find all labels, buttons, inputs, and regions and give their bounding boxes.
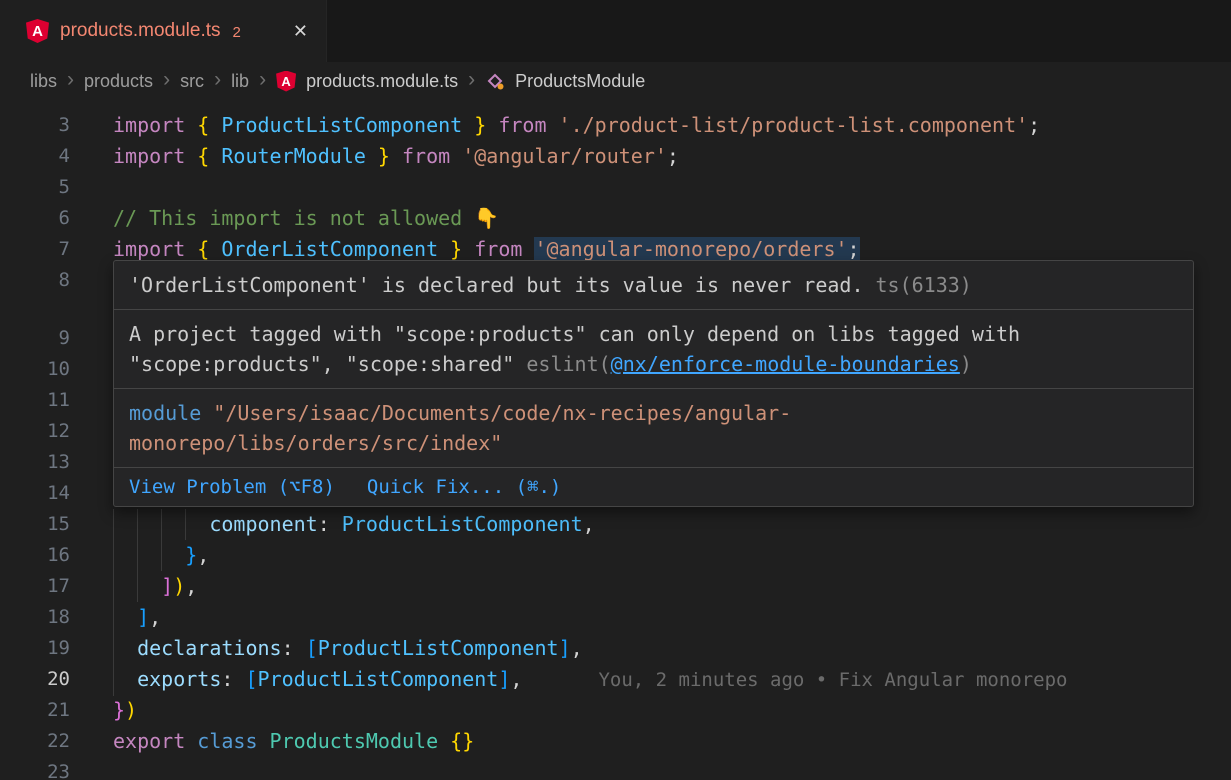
module-path-line1: "/Users/isaac/Documents/code/nx-recipes/… [201,401,791,425]
breadcrumb-item-file[interactable]: products.module.ts [306,71,458,92]
view-problem-action[interactable]: View Problem (⌥F8) [129,474,335,500]
line-number-19[interactable]: 19 [0,633,70,664]
line-number-11[interactable]: 11 [0,385,70,416]
indent-guide [113,664,114,696]
chevron-right-icon: › [163,69,170,93]
line-number-7[interactable]: 7 [0,234,70,265]
angular-icon: A [26,19,49,43]
line-number-16[interactable]: 16 [0,540,70,571]
code-line-3[interactable]: 3 import { ProductListComponent } from '.… [0,110,1231,141]
line-number-8[interactable]: 8 [0,265,70,296]
code-line-20[interactable]: 20 exports: [ProductListComponent],You, … [0,664,1231,695]
breadcrumb-item-src[interactable]: src [180,71,204,92]
line-content: declarations: [ProductListComponent], [113,633,1231,664]
chevron-right-icon: › [259,69,266,93]
line-number-4[interactable]: 4 [0,141,70,172]
line-content: }) [113,695,1231,726]
line-number-3[interactable]: 3 [0,110,70,141]
eslint-message-line2: "scope:products", "scope:shared" [129,352,526,376]
chevron-right-icon: › [67,69,74,93]
hover-popup: 'OrderListComponent' is declared but its… [113,260,1194,507]
indent-guide [137,571,138,602]
eslint-message-line1: A project tagged with "scope:products" c… [129,322,1020,346]
ts-error-code: ts(6133) [876,273,972,297]
line-number-15[interactable]: 15 [0,509,70,540]
indent-guide [161,509,162,540]
line-content: import { ProductListComponent } from './… [113,110,1231,141]
indent-guide [113,509,114,540]
line-content: import { RouterModule } from '@angular/r… [113,141,1231,172]
line-number-6[interactable]: 6 [0,203,70,234]
line-number-14[interactable]: 14 [0,478,70,509]
code-line-17[interactable]: 17 ]), [0,571,1231,602]
close-icon[interactable]: ✕ [293,21,308,42]
tab-problems-badge: 2 [233,21,241,41]
module-keyword: module [129,401,201,425]
code-line-18[interactable]: 18 ], [0,602,1231,633]
breadcrumb-item-products[interactable]: products [84,71,153,92]
indent-guide [161,540,162,571]
eslint-source-prefix: eslint( [526,352,610,376]
ts-error-message: 'OrderListComponent' is declared but its… [129,273,864,297]
line-content: }, [113,540,1231,571]
indent-guide [113,540,114,571]
code-line-19[interactable]: 19 declarations: [ProductListComponent], [0,633,1231,664]
line-content: ]), [113,571,1231,602]
indent-guide [113,633,114,664]
eslint-source-suffix: ) [960,352,972,376]
breadcrumb-item-symbol[interactable]: ProductsModule [515,71,645,92]
code-line-5[interactable]: 5 [0,172,1231,203]
line-number-20[interactable]: 20 [0,664,70,695]
indent-guide [185,509,186,540]
code-line-23[interactable]: 23 [0,757,1231,780]
eslint-rule-link[interactable]: @nx/enforce-module-boundaries [611,352,960,376]
indent-guide [137,540,138,571]
line-number-17[interactable]: 17 [0,571,70,602]
git-blame-annotation: You, 2 minutes ago • Fix Angular monorep… [598,669,1067,691]
quick-fix-action[interactable]: Quick Fix... (⌘.) [367,474,561,500]
tab-label: products.module.ts [60,20,221,42]
error-squiggle: import { OrderListComponent } from '@ang… [113,237,860,261]
vscode-window: A products.module.ts 2 ✕ libs › products… [0,0,1231,780]
hover-eslint-error: A project tagged with "scope:products" c… [114,310,1193,389]
tab-products-module[interactable]: A products.module.ts 2 ✕ [0,0,327,62]
indent-guide [137,509,138,540]
chevron-right-icon: › [468,69,475,93]
code-line-16[interactable]: 16 }, [0,540,1231,571]
line-number-18[interactable]: 18 [0,602,70,633]
code-line-4[interactable]: 4 import { RouterModule } from '@angular/… [0,141,1231,172]
line-content: component: ProductListComponent, [113,509,1231,540]
line-content: exports: [ProductListComponent],You, 2 m… [113,664,1231,696]
line-number-9[interactable]: 9 [0,323,70,354]
hover-module-info: module "/Users/isaac/Documents/code/nx-r… [114,389,1193,468]
breadcrumb-item-libs[interactable]: libs [30,71,57,92]
line-number-22[interactable]: 22 [0,726,70,757]
hover-ts-error: 'OrderListComponent' is declared but its… [114,261,1193,310]
line-number-13[interactable]: 13 [0,447,70,478]
line-number-10[interactable]: 10 [0,354,70,385]
editor[interactable]: 3 import { ProductListComponent } from '.… [0,100,1231,780]
hover-actions: View Problem (⌥F8) Quick Fix... (⌘.) [114,468,1193,506]
angular-icon: A [276,71,296,92]
indent-guide [113,602,114,633]
chevron-right-icon: › [214,69,221,93]
module-path-line2: monorepo/libs/orders/src/index" [129,431,502,455]
breadcrumb-item-lib[interactable]: lib [231,71,249,92]
line-content: ], [113,602,1231,633]
tab-bar: A products.module.ts 2 ✕ [0,0,1231,62]
line-number-5[interactable]: 5 [0,172,70,203]
line-number-23[interactable]: 23 [0,757,70,780]
line-content: // This import is not allowed 👇 [113,203,1231,234]
indent-guide [113,571,114,602]
breadcrumb: libs › products › src › lib › A products… [0,62,1231,100]
code-line-6[interactable]: 6 // This import is not allowed 👇 [0,203,1231,234]
line-content: export class ProductsModule {} [113,726,1231,757]
class-symbol-icon [485,71,505,91]
line-number-12[interactable]: 12 [0,416,70,447]
code-line-21[interactable]: 21}) [0,695,1231,726]
code-line-22[interactable]: 22 export class ProductsModule {} [0,726,1231,757]
line-number-21[interactable]: 21 [0,695,70,726]
code-line-15[interactable]: 15 component: ProductListComponent, [0,509,1231,540]
